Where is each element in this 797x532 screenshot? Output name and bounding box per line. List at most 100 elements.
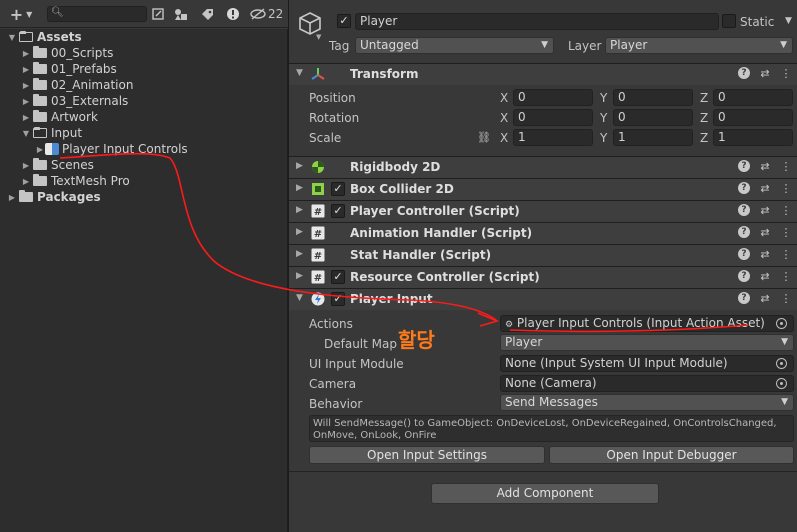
- active-checkbox[interactable]: ✓: [337, 14, 351, 28]
- component-header[interactable]: ▶ ✓ Box Collider 2D? ⇄ ⋮: [289, 178, 797, 200]
- help-icon[interactable]: ?: [738, 182, 750, 194]
- collapsed-arrow-icon[interactable]: ▶: [21, 97, 31, 106]
- preset-icon[interactable]: ⇄: [759, 226, 771, 239]
- component-enabled-checkbox[interactable]: ✓: [331, 182, 345, 196]
- preset-icon[interactable]: ⇄: [759, 270, 771, 283]
- static-checkbox[interactable]: [722, 14, 736, 28]
- behavior-dropdown[interactable]: Send Messages ▼: [500, 394, 794, 411]
- open-input-settings-button[interactable]: Open Input Settings: [309, 446, 545, 464]
- collapsed-arrow-icon[interactable]: ▶: [296, 183, 303, 193]
- tree-item[interactable]: ▶ 03_Externals: [21, 93, 128, 109]
- create-button[interactable]: + ▼: [6, 4, 36, 24]
- default-map-dropdown[interactable]: Player ▼: [500, 334, 794, 351]
- filter-type-button[interactable]: [172, 4, 190, 24]
- tree-item[interactable]: ▶ 01_Prefabs: [21, 61, 117, 77]
- preset-icon[interactable]: ⇄: [759, 182, 771, 195]
- component-header[interactable]: ▶ # ✓ Player Controller (Script)? ⇄ ⋮: [289, 200, 797, 222]
- help-icon[interactable]: ?: [738, 292, 750, 304]
- component-enabled-checkbox[interactable]: ✓: [331, 292, 345, 306]
- transform-header[interactable]: ▼ Transform ? ⇄ ⋮: [289, 63, 797, 85]
- scale-x-field[interactable]: 1: [513, 129, 593, 146]
- tree-item[interactable]: ▶ Player Input Controls: [35, 141, 188, 157]
- scale-y-field[interactable]: 1: [613, 129, 693, 146]
- link-icon[interactable]: ⛓: [477, 131, 491, 144]
- component-enabled-checkbox[interactable]: ✓: [331, 270, 345, 284]
- preset-icon[interactable]: ⇄: [759, 204, 771, 217]
- rotation-z-field[interactable]: 0: [713, 109, 793, 126]
- object-picker-icon[interactable]: [776, 358, 787, 369]
- position-y-field[interactable]: 0: [613, 89, 693, 106]
- tree-item[interactable]: ▶ 00_Scripts: [21, 45, 113, 61]
- component-enabled-checkbox[interactable]: ✓: [331, 204, 345, 218]
- preset-icon[interactable]: ⇄: [759, 248, 771, 261]
- help-icon[interactable]: ?: [738, 160, 750, 172]
- collapsed-arrow-icon[interactable]: ▶: [296, 161, 303, 171]
- position-z-field[interactable]: 0: [713, 89, 793, 106]
- tree-item[interactable]: ▶ Scenes: [21, 157, 94, 173]
- tag-dropdown[interactable]: Untagged ▼: [355, 37, 554, 54]
- rotation-x-field[interactable]: 0: [513, 109, 593, 126]
- collapsed-arrow-icon[interactable]: ▶: [296, 271, 303, 281]
- position-x-field[interactable]: 0: [513, 89, 593, 106]
- scene-search-button[interactable]: [150, 4, 166, 24]
- actions-field[interactable]: ⚙ Player Input Controls (Input Action As…: [500, 315, 794, 332]
- preset-icon[interactable]: ⇄: [759, 67, 771, 80]
- collapsed-arrow-icon[interactable]: ▶: [296, 249, 303, 259]
- collapsed-arrow-icon[interactable]: ▶: [21, 177, 31, 186]
- hidden-packages-toggle[interactable]: 22: [250, 4, 286, 24]
- more-icon[interactable]: ⋮: [780, 270, 792, 283]
- static-dropdown[interactable]: ▼: [785, 16, 792, 26]
- more-icon[interactable]: ⋮: [780, 226, 792, 239]
- search-input[interactable]: 🔍︎: [47, 6, 147, 22]
- tree-item[interactable]: ▶ Artwork: [21, 109, 98, 125]
- scale-z-field[interactable]: 1: [713, 129, 793, 146]
- layer-dropdown[interactable]: Player ▼: [605, 37, 793, 54]
- tree-item[interactable]: ▶ 02_Animation: [21, 77, 133, 93]
- tree-item[interactable]: ▼ Assets: [7, 29, 82, 45]
- object-picker-icon[interactable]: [776, 378, 787, 389]
- help-icon[interactable]: ?: [738, 67, 750, 79]
- console-warning-button[interactable]: [224, 4, 242, 24]
- more-icon[interactable]: ⋮: [780, 160, 792, 173]
- collapsed-arrow-icon[interactable]: ▶: [21, 113, 31, 122]
- object-name-field[interactable]: Player: [355, 13, 719, 30]
- collapsed-arrow-icon[interactable]: ▶: [296, 205, 303, 215]
- more-icon[interactable]: ⋮: [780, 204, 792, 217]
- tree-item[interactable]: ▼ Input: [21, 125, 82, 141]
- rotation-y-field[interactable]: 0: [613, 109, 693, 126]
- more-icon[interactable]: ⋮: [780, 248, 792, 261]
- collapsed-arrow-icon[interactable]: ▶: [7, 193, 17, 202]
- component-header[interactable]: ▶ # ✓ Resource Controller (Script)? ⇄ ⋮: [289, 266, 797, 288]
- component-header[interactable]: ▶ # Animation Handler (Script)? ⇄ ⋮: [289, 222, 797, 244]
- preset-icon[interactable]: ⇄: [759, 160, 771, 173]
- camera-field[interactable]: None (Camera): [500, 375, 794, 392]
- more-icon[interactable]: ⋮: [780, 292, 792, 305]
- tree-item[interactable]: ▶ Packages: [7, 189, 101, 205]
- add-component-button[interactable]: Add Component: [431, 483, 659, 504]
- collapsed-arrow-icon[interactable]: ▶: [21, 81, 31, 90]
- component-header[interactable]: ▶ # Stat Handler (Script)? ⇄ ⋮: [289, 244, 797, 266]
- collapsed-arrow-icon[interactable]: ▶: [296, 227, 303, 237]
- more-icon[interactable]: ⋮: [780, 67, 792, 80]
- help-icon[interactable]: ?: [738, 226, 750, 238]
- component-header[interactable]: ▼ ✓ Player Input? ⇄ ⋮: [289, 288, 797, 310]
- gameobject-icon-dropdown[interactable]: ▼: [316, 33, 321, 41]
- collapsed-arrow-icon[interactable]: ▶: [21, 161, 31, 170]
- help-icon[interactable]: ?: [738, 248, 750, 260]
- component-header[interactable]: ▶ Rigidbody 2D? ⇄ ⋮: [289, 156, 797, 178]
- help-icon[interactable]: ?: [738, 204, 750, 216]
- filter-label-button[interactable]: [198, 4, 216, 24]
- preset-icon[interactable]: ⇄: [759, 292, 771, 305]
- ui-module-field[interactable]: None (Input System UI Input Module): [500, 355, 794, 372]
- collapsed-arrow-icon[interactable]: ▶: [21, 65, 31, 74]
- expanded-arrow-icon[interactable]: ▼: [296, 293, 303, 303]
- more-icon[interactable]: ⋮: [780, 182, 792, 195]
- collapsed-arrow-icon[interactable]: ▶: [35, 145, 45, 154]
- help-icon[interactable]: ?: [738, 270, 750, 282]
- open-input-debugger-button[interactable]: Open Input Debugger: [549, 446, 794, 464]
- collapse-arrow-icon[interactable]: ▼: [296, 68, 303, 78]
- expanded-arrow-icon[interactable]: ▼: [21, 129, 31, 138]
- object-picker-icon[interactable]: [776, 318, 787, 329]
- collapsed-arrow-icon[interactable]: ▶: [21, 49, 31, 58]
- expanded-arrow-icon[interactable]: ▼: [7, 33, 17, 42]
